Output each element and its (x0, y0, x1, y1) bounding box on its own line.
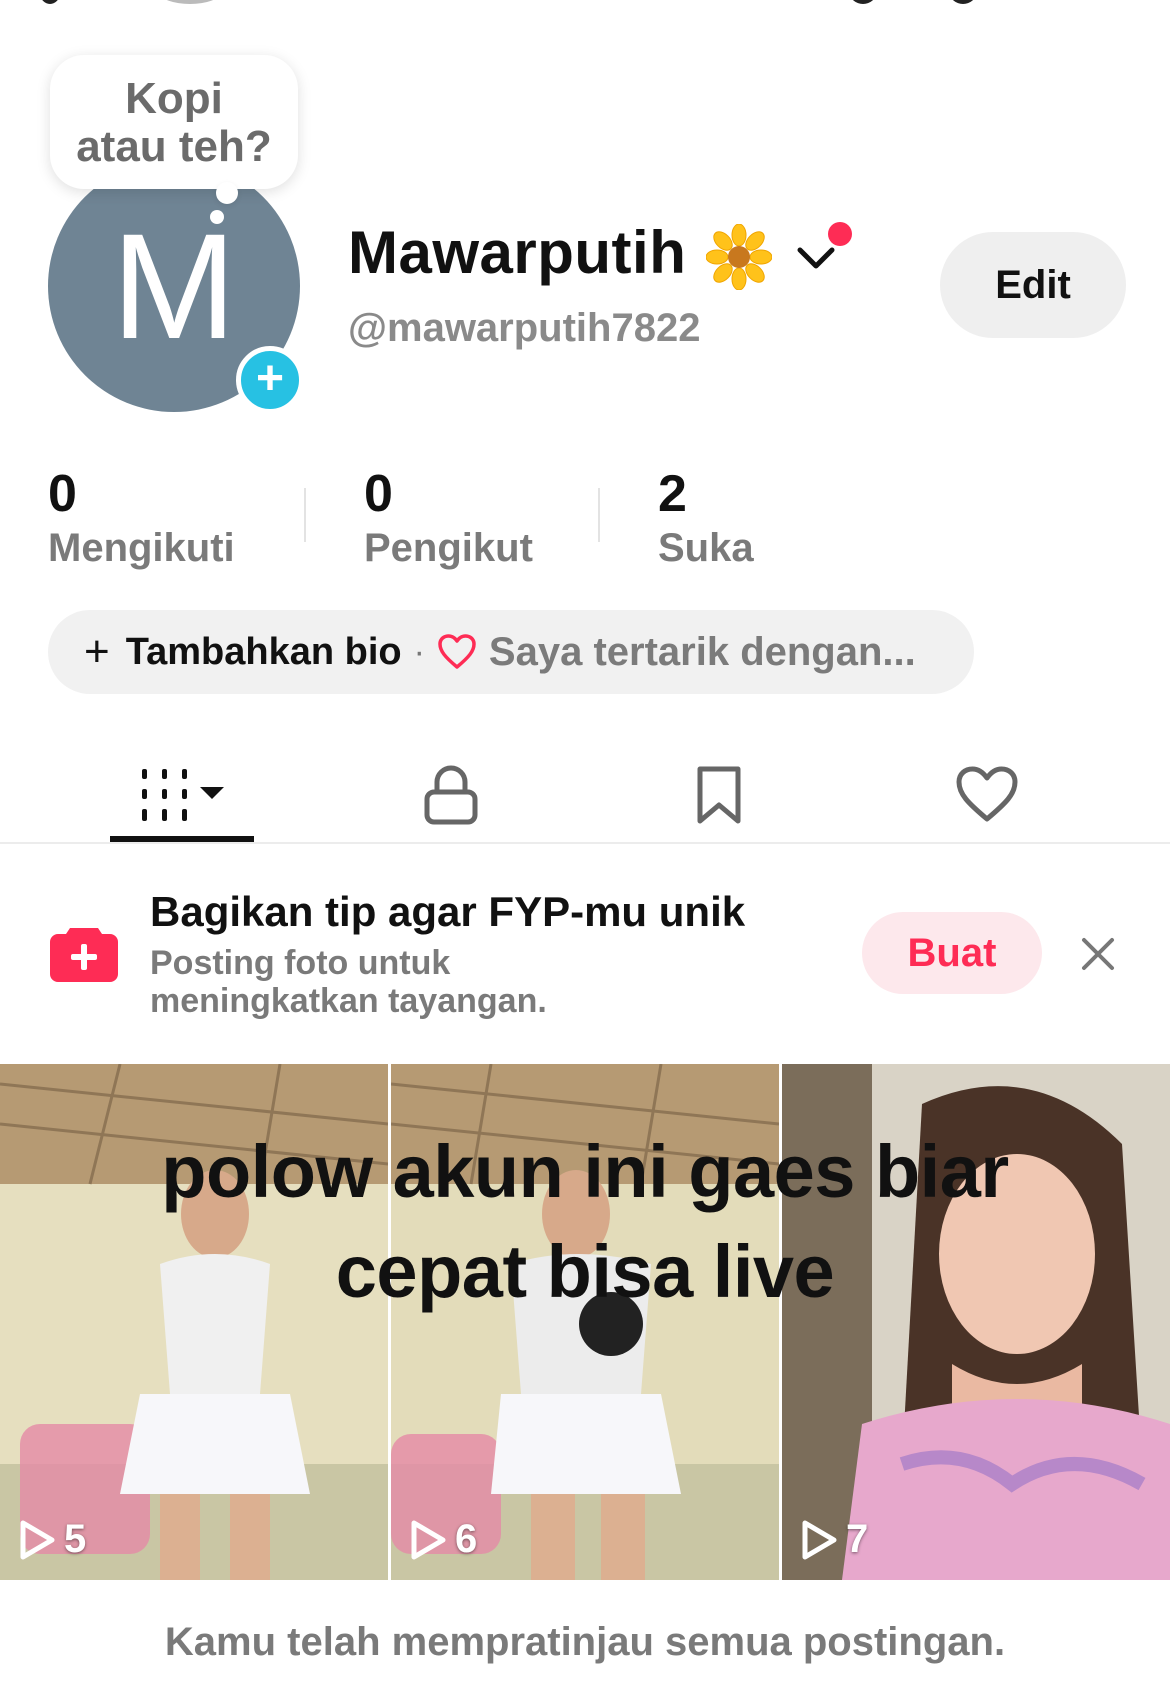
view-count: 6 (409, 1517, 477, 1562)
bookmark-icon (697, 766, 741, 824)
tab-videos[interactable] (107, 748, 257, 842)
end-of-posts-note: Kamu telah mempratinjau semua postingan. (164, 1620, 1006, 1664)
add-bio-label[interactable]: Tambahkan bio (126, 631, 402, 674)
tab-private[interactable] (376, 748, 526, 842)
chevron-down-icon[interactable] (796, 244, 836, 272)
status-dot (950, 0, 976, 4)
display-name: Mawarputih (348, 219, 687, 286)
stat-divider (598, 488, 600, 542)
tabs-divider (0, 842, 1170, 844)
edit-profile-button[interactable]: Edit (940, 232, 1126, 338)
bio-separator: · (413, 632, 425, 671)
view-count-value: 5 (64, 1517, 87, 1561)
stat-divider (304, 488, 306, 542)
play-icon (802, 1520, 837, 1559)
caption-line: cepat bisa live (335, 1230, 835, 1313)
note-bubble[interactable]: Kopi atau teh? (50, 55, 298, 189)
promo-subtitle: Posting foto untuk meningkatkan tayangan… (150, 944, 670, 1020)
username-handle: @mawarputih7822 (348, 306, 701, 350)
caption-line: polow akun ini gaes biar (161, 1130, 1009, 1213)
interests-label[interactable]: Saya tertarik dengan... (489, 630, 916, 675)
view-count-value: 7 (846, 1517, 869, 1561)
notification-dot (828, 222, 852, 246)
note-line-2: atau teh? (76, 122, 272, 171)
plus-icon: + (84, 627, 110, 676)
status-dot (850, 0, 876, 4)
stat-label: Suka (658, 526, 754, 570)
promo-subtitle-line: meningkatkan tayangan. (150, 982, 547, 1020)
note-line-1: Kopi (125, 74, 223, 123)
video-caption-overlay: polow akun ini gaes biar cepat bisa live (0, 1122, 1170, 1322)
bubble-tail (210, 210, 224, 224)
avatar-letter: M (111, 202, 237, 370)
status-bar (0, 0, 1170, 12)
heart-icon (438, 634, 476, 669)
stat-value: 0 (48, 465, 77, 523)
promo-title: Bagikan tip agar FYP-mu unik (150, 888, 746, 935)
play-icon (411, 1520, 446, 1559)
stat-followers[interactable]: 0 Pengikut (364, 466, 533, 571)
stat-label: Mengikuti (48, 526, 235, 570)
tab-saved[interactable] (644, 748, 794, 842)
create-button[interactable]: Buat (862, 912, 1042, 994)
lock-icon (424, 765, 478, 825)
stat-likes[interactable]: 2 Suka (658, 466, 754, 571)
tab-liked[interactable] (912, 748, 1062, 842)
sunflower-icon (706, 224, 772, 290)
bio-pill[interactable]: + Tambahkan bio · Saya tertarik dengan..… (48, 610, 974, 694)
grid-icon (142, 769, 224, 821)
add-photo-button[interactable]: + (236, 346, 304, 414)
stat-following[interactable]: 0 Mengikuti (48, 466, 235, 571)
status-dot (40, 0, 60, 4)
add-photo-icon (50, 928, 118, 982)
heart-icon (956, 766, 1018, 822)
status-dot (160, 0, 220, 4)
play-icon (20, 1520, 55, 1559)
stat-value: 2 (658, 465, 687, 523)
view-count: 5 (18, 1517, 86, 1562)
promo-subtitle-line: Posting foto untuk (150, 944, 451, 982)
view-count-value: 6 (455, 1517, 478, 1561)
close-icon[interactable] (1078, 934, 1118, 974)
view-count: 7 (800, 1517, 868, 1562)
stat-value: 0 (364, 465, 393, 523)
bubble-tail (216, 182, 238, 204)
stat-label: Pengikut (364, 526, 533, 570)
